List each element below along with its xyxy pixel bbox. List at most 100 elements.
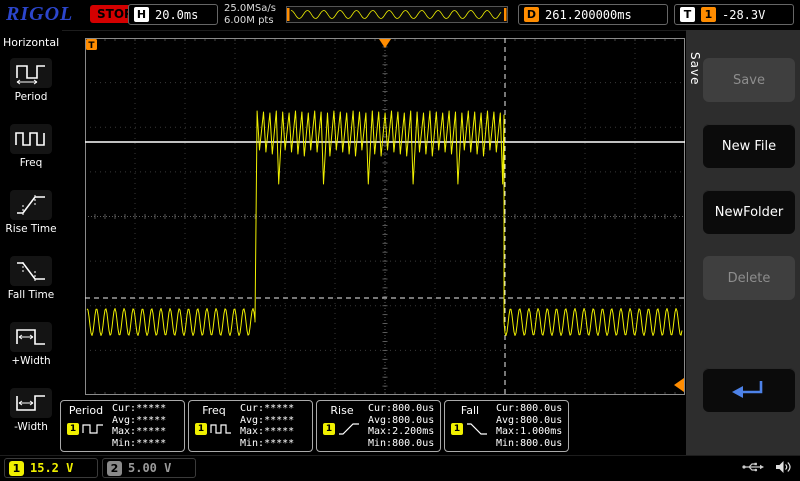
sidebar-item-label: -Width: [14, 421, 48, 433]
measurement-row-label: Min:: [496, 438, 520, 449]
freq-icon: [10, 124, 52, 154]
measurement-row-value: *****: [136, 403, 166, 414]
trigger-source-badge: 1: [701, 7, 716, 22]
channel-2-status[interactable]: 2 5.00 V: [102, 458, 196, 478]
measurement-panel-period[interactable]: Period 1 Cur:***** Avg:***** Max:***** M…: [60, 400, 185, 452]
sidebar-item-freq[interactable]: Freq: [0, 119, 62, 185]
measurement-row: Avg:*****: [240, 415, 312, 427]
fall-time-icon: [10, 256, 52, 286]
rise-measure-icon: [337, 422, 361, 436]
measurement-row: Cur:*****: [240, 403, 312, 415]
sample-rate: 25.0MSa/s: [224, 3, 276, 15]
measurement-row-value: 2.200ms: [392, 426, 434, 437]
channel-badge: 1: [323, 423, 335, 435]
menu-panel: Save Save New File NewFolder Delete: [686, 30, 800, 455]
sidebar-item-label: Rise Time: [5, 223, 56, 235]
sidebar-item-fall-time[interactable]: Fall Time: [0, 251, 62, 317]
measurement-name: Fall: [461, 404, 479, 417]
menu-title: Save: [688, 52, 702, 85]
measurement-row: Cur:*****: [112, 403, 184, 415]
waveform-canvas: T: [85, 38, 685, 395]
freq-measure-icon: [209, 422, 233, 436]
measurement-panel-rise[interactable]: Rise 1 Cur:800.0us Avg:800.0us Max:2.200…: [316, 400, 441, 452]
measurement-row-value: 800.0us: [392, 403, 434, 414]
measurement-row-value: *****: [264, 426, 294, 437]
t-label: T: [680, 7, 695, 22]
new-folder-button[interactable]: NewFolder: [703, 190, 795, 234]
measurement-row-label: Min:: [240, 438, 264, 449]
delete-button[interactable]: Delete: [703, 256, 795, 300]
measure-sidebar: Horizontal Period Freq: [0, 30, 62, 455]
measurement-row-value: *****: [264, 403, 294, 414]
measurement-row-value: *****: [136, 426, 166, 437]
channel-2-badge: 2: [107, 461, 122, 476]
save-button[interactable]: Save: [703, 58, 795, 102]
measurement-row-label: Cur:: [496, 403, 520, 414]
measurement-row-label: Max:: [112, 426, 136, 437]
sidebar-item-plus-width[interactable]: +Width: [0, 317, 62, 383]
measurement-row-label: Avg:: [368, 415, 392, 426]
waveform-preview-sparkline: [287, 7, 507, 22]
sidebar-item-rise-time[interactable]: Rise Time: [0, 185, 62, 251]
measurement-row: Cur:800.0us: [368, 403, 440, 415]
h-label: H: [134, 7, 149, 22]
measurement-row-value: 1.000ms: [520, 426, 562, 437]
measurement-name: Rise: [330, 404, 353, 417]
measurement-panel-freq[interactable]: Freq 1 Cur:***** Avg:***** Max:***** Min…: [188, 400, 313, 452]
sidebar-item-label: +Width: [11, 355, 50, 367]
oscilloscope-screen: RIGOL STOP H 20.0ms 25.0MSa/s 6.00M pts …: [0, 0, 800, 480]
waveform-display[interactable]: T: [85, 38, 685, 395]
measurement-row-label: Avg:: [112, 415, 136, 426]
new-file-button[interactable]: New File: [703, 124, 795, 168]
measurement-row: Max:*****: [112, 426, 184, 438]
measurement-row-label: Cur:: [112, 403, 136, 414]
measurement-row: Min:800.0us: [368, 438, 440, 450]
speaker-icon: [775, 460, 792, 474]
measurement-row: Avg:800.0us: [496, 415, 568, 427]
horizontal-timebase-panel[interactable]: H 20.0ms: [128, 4, 218, 25]
plus-width-icon: [10, 322, 52, 352]
measurement-row-label: Min:: [112, 438, 136, 449]
measurement-row-value: *****: [264, 438, 294, 449]
measurement-row: Min:800.0us: [496, 438, 568, 450]
measurement-panel-fall[interactable]: Fall 1 Cur:800.0us Avg:800.0us Max:1.000…: [444, 400, 569, 452]
measurement-row-value: 800.0us: [520, 403, 562, 414]
sidebar-item-label: Period: [15, 91, 48, 103]
channel-1-badge: 1: [9, 461, 24, 476]
sidebar-item-minus-width[interactable]: -Width: [0, 383, 62, 449]
channel-status-bar: 1 15.2 V 2 5.00 V: [0, 455, 800, 481]
d-label: D: [524, 7, 539, 22]
measurement-row-label: Avg:: [240, 415, 264, 426]
delay-panel: D 261.200000ms: [518, 4, 668, 25]
measurement-row: Avg:*****: [112, 415, 184, 427]
sidebar-item-label: Fall Time: [8, 289, 54, 301]
measurement-row-label: Max:: [240, 426, 264, 437]
measurement-row-label: Cur:: [240, 403, 264, 414]
channel-1-status[interactable]: 1 15.2 V: [4, 458, 98, 478]
minus-width-icon: [10, 388, 52, 418]
channel-badge: 1: [67, 423, 79, 435]
sidebar-item-period[interactable]: Period: [0, 53, 62, 119]
measurement-row: Max:2.200ms: [368, 426, 440, 438]
measurement-row-value: *****: [264, 415, 294, 426]
channel-1-scale: 15.2 V: [30, 461, 73, 475]
back-button[interactable]: [703, 368, 795, 412]
fall-measure-icon: [465, 422, 489, 436]
acquisition-info: 25.0MSa/s 6.00M pts: [224, 3, 276, 27]
period-icon: [10, 58, 52, 88]
period-measure-icon: [81, 422, 105, 436]
measurement-name: Period: [69, 404, 103, 417]
waveform-preview[interactable]: [286, 6, 508, 23]
measurement-row: Min:*****: [112, 438, 184, 450]
rise-time-icon: [10, 190, 52, 220]
usb-icon: [741, 461, 765, 473]
measurement-row-label: Max:: [496, 426, 520, 437]
measurement-row-value: 800.0us: [520, 415, 562, 426]
channel-badge: 1: [195, 423, 207, 435]
measurement-row-value: 800.0us: [520, 438, 562, 449]
status-bar: RIGOL STOP H 20.0ms 25.0MSa/s 6.00M pts …: [0, 0, 800, 31]
measurement-row-label: Cur:: [368, 403, 392, 414]
measurement-row-value: *****: [136, 415, 166, 426]
svg-text:T: T: [88, 41, 95, 51]
trigger-level-value: -28.3V: [722, 8, 765, 22]
